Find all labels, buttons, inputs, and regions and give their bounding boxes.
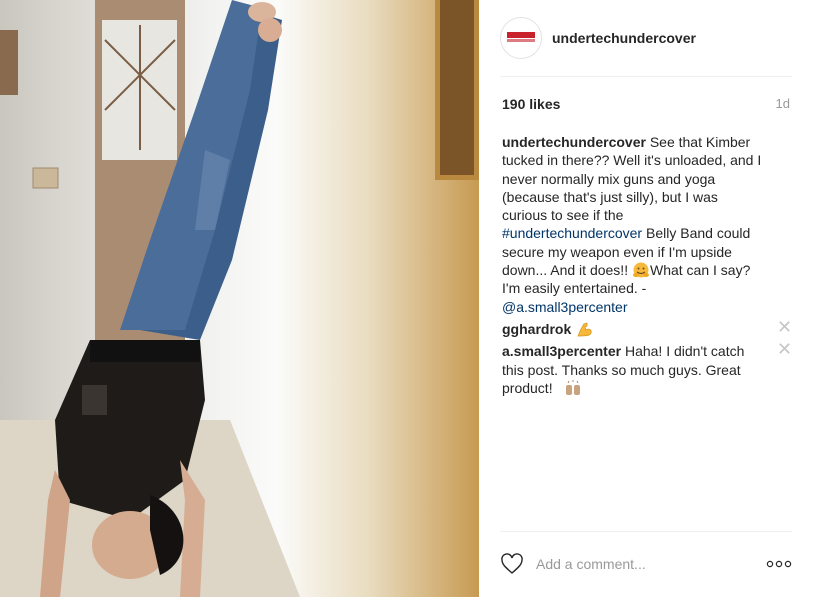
post-age[interactable]: 1d [776, 96, 790, 112]
caption-username[interactable]: undertechundercover [502, 134, 646, 150]
comment-item: a.small3percenter Haha! I didn't catch t… [502, 340, 792, 397]
instagram-post: undertechundercover 190 likes 1d underte… [0, 0, 813, 597]
post-sidebar: undertechundercover 190 likes 1d underte… [479, 0, 813, 597]
add-comment-input[interactable]: Add a comment... [536, 556, 766, 572]
praising-hands-emoji [566, 379, 581, 395]
delete-comment-icon[interactable]: ✕ [777, 318, 792, 336]
caption: undertechundercover See that Kimber tuck… [502, 133, 791, 316]
more-options-icon[interactable] [766, 560, 792, 568]
photo-scene [0, 0, 479, 597]
post-header: undertechundercover [500, 16, 792, 60]
header-divider [500, 76, 792, 77]
hashtag-link[interactable]: #undertechundercover [502, 225, 642, 241]
flexed-biceps-emoji [577, 322, 592, 337]
post-footer: Add a comment... [500, 531, 792, 596]
heart-icon[interactable] [500, 552, 524, 576]
mention-link[interactable]: @a.small3percenter [502, 299, 628, 315]
comment-username[interactable]: a.small3percenter [502, 343, 621, 359]
post-photo[interactable] [0, 0, 479, 597]
brand-logo-icon[interactable] [500, 17, 542, 59]
comment-username[interactable]: gghardrok [502, 321, 571, 337]
post-meta: 190 likes 1d [502, 96, 790, 112]
comments-list: undertechundercover See that Kimber tuck… [502, 133, 792, 401]
comment-item: gghardrok ✕ [502, 318, 792, 338]
likes-count[interactable]: 190 likes [502, 96, 560, 112]
post-author-username[interactable]: undertechundercover [552, 30, 696, 46]
hugging-face-emoji [632, 262, 649, 278]
delete-comment-icon[interactable]: ✕ [777, 340, 792, 358]
